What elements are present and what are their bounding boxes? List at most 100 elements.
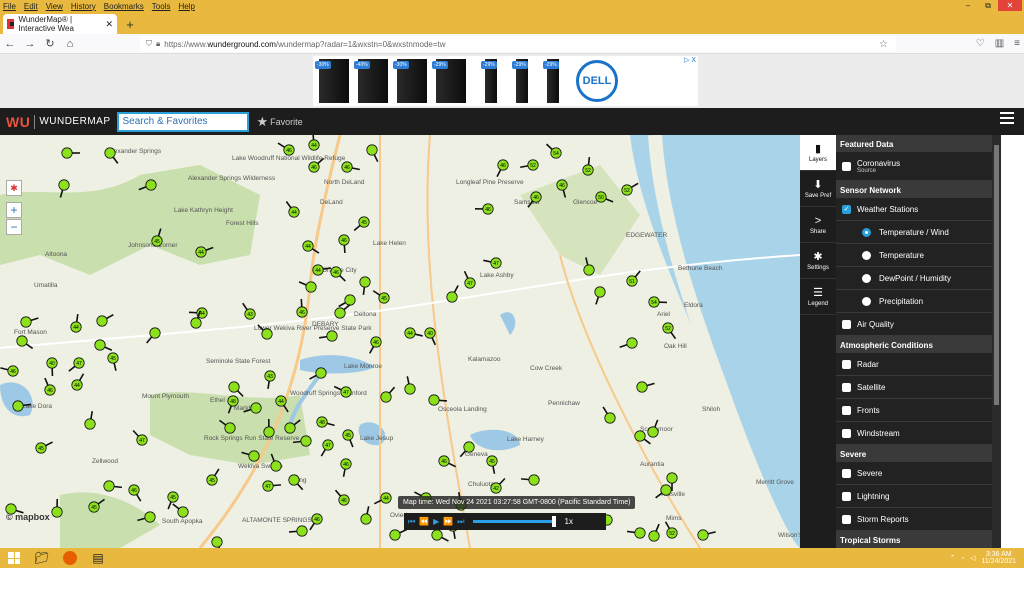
weather-station[interactable]: [103, 480, 123, 492]
mode-dewpoint[interactable]: DewPoint / Humidity: [836, 267, 992, 290]
ad-product-3[interactable]: -30%: [393, 59, 427, 103]
mode-temp-wind[interactable]: Temperature / Wind: [836, 221, 992, 244]
skip-start-icon[interactable]: ⏮: [408, 517, 415, 527]
weather-station[interactable]: 46: [334, 489, 350, 506]
menu-tools[interactable]: Tools: [152, 2, 171, 11]
back-arrow-icon[interactable]: ←: [0, 38, 20, 50]
mode-temperature[interactable]: Temperature: [836, 244, 992, 267]
weather-station[interactable]: [366, 144, 379, 163]
layer-severe[interactable]: Severe: [836, 462, 992, 485]
weather-station[interactable]: 46: [341, 161, 360, 173]
weather-station[interactable]: 45: [206, 468, 220, 486]
ad-product-4[interactable]: -29%: [432, 59, 466, 103]
menu-history[interactable]: History: [71, 2, 96, 11]
bookmark-star-icon[interactable]: ☆: [879, 39, 888, 50]
timeline-handle[interactable]: [551, 516, 556, 527]
weather-station[interactable]: 46: [0, 365, 19, 377]
windstream-checkbox[interactable]: [842, 428, 851, 438]
weather-station[interactable]: [520, 474, 540, 486]
ad-product-6[interactable]: -29%: [512, 59, 528, 103]
weather-station[interactable]: [648, 523, 660, 542]
weather-station[interactable]: [288, 525, 308, 537]
temperature-radio[interactable]: [862, 250, 871, 260]
ad-product-1[interactable]: -30%: [315, 59, 349, 103]
weather-station[interactable]: [626, 527, 646, 539]
menu-help[interactable]: Help: [178, 2, 194, 11]
weather-station[interactable]: [594, 286, 606, 305]
weather-station[interactable]: 46: [44, 377, 56, 396]
tray-arrow-icon[interactable]: ⌃: [950, 554, 956, 562]
tab-close-icon[interactable]: ✕: [105, 19, 113, 30]
layer-satellite[interactable]: Satellite: [836, 376, 992, 399]
layer-weather-stations[interactable]: ✓ Weather Stations: [836, 198, 992, 221]
zoom-in-button[interactable]: +: [6, 202, 22, 218]
document-icon[interactable]: ▤: [84, 548, 112, 568]
fast-forward-icon[interactable]: ⏩: [443, 517, 453, 526]
weather-station[interactable]: 52: [664, 521, 678, 539]
weather-station[interactable]: 44: [373, 492, 392, 505]
ad-product-5[interactable]: -29%: [481, 59, 497, 103]
weather-station[interactable]: 45: [486, 455, 498, 474]
weather-station[interactable]: 40: [424, 327, 437, 346]
weather-station[interactable]: 47: [483, 257, 502, 269]
weather-station[interactable]: [96, 313, 114, 327]
dell-ad-banner[interactable]: ▷ X -30% -40% -30% -29% -29% -29% -29% DELL: [313, 56, 698, 106]
weather-station[interactable]: 47: [262, 480, 282, 492]
weather-station[interactable]: [360, 506, 372, 525]
weather-station[interactable]: [94, 339, 113, 352]
weather-station[interactable]: 45: [107, 352, 119, 371]
layer-windstream[interactable]: Windstream: [836, 422, 992, 445]
tool-legend[interactable]: ☰ Legend: [800, 279, 836, 315]
weather-station[interactable]: [404, 376, 416, 395]
menu-file[interactable]: File: [3, 2, 16, 11]
weather-station[interactable]: 47: [463, 270, 476, 289]
zoom-out-button[interactable]: −: [6, 219, 22, 235]
weather-station[interactable]: 46: [338, 234, 350, 254]
weather-station[interactable]: 40: [46, 357, 58, 377]
speed-select[interactable]: 1x: [565, 517, 573, 526]
weather-station[interactable]: 45: [372, 290, 390, 304]
weather-station[interactable]: [431, 529, 449, 542]
weather-station[interactable]: [20, 316, 39, 328]
weather-station[interactable]: [359, 276, 371, 296]
weather-station[interactable]: [602, 406, 616, 424]
weather-station[interactable]: 47: [68, 357, 85, 372]
weather-station[interactable]: 46: [128, 484, 142, 502]
fronts-checkbox[interactable]: [842, 405, 851, 415]
weather-station[interactable]: 44: [71, 373, 85, 391]
scrollbar-thumb[interactable]: [994, 145, 999, 405]
weather-station[interactable]: 45: [35, 441, 53, 454]
weather-station[interactable]: [389, 528, 408, 541]
weather-station[interactable]: 44: [70, 314, 82, 333]
minimize-button[interactable]: –: [958, 0, 978, 11]
hamburger-menu-icon[interactable]: [1000, 112, 1014, 124]
lightning-checkbox[interactable]: [842, 491, 851, 501]
layer-lightning[interactable]: Lightning: [836, 485, 992, 508]
weather-station[interactable]: [697, 529, 716, 541]
weather-station[interactable]: 46: [496, 159, 509, 177]
dewpoint-radio[interactable]: [862, 273, 871, 283]
weather-station[interactable]: [228, 381, 244, 397]
panel-scrollbar[interactable]: [992, 135, 1001, 548]
menu-edit[interactable]: Edit: [24, 2, 38, 11]
timeline-slider[interactable]: [472, 516, 556, 527]
weather-station[interactable]: 43: [264, 370, 276, 389]
mode-precipitation[interactable]: Precipitation: [836, 290, 992, 313]
weather-stations-checkbox[interactable]: ✓: [842, 204, 851, 214]
storm-reports-checkbox[interactable]: [842, 514, 851, 524]
rewind-icon[interactable]: ⏪: [419, 517, 429, 526]
weather-station[interactable]: 44: [404, 327, 423, 339]
tool-settings[interactable]: ✱ Settings: [800, 243, 836, 279]
home-icon[interactable]: ⌂: [60, 38, 80, 50]
tool-layers[interactable]: ▮ Layers: [800, 135, 836, 171]
weather-station[interactable]: [84, 411, 96, 430]
location-gear-icon[interactable]: ✱: [6, 180, 22, 196]
play-icon[interactable]: ▶: [433, 517, 439, 526]
ad-choices-icon[interactable]: ▷ X: [684, 56, 696, 64]
menu-view[interactable]: View: [46, 2, 63, 11]
weather-station[interactable]: 47: [132, 429, 148, 446]
tray-volume-icon[interactable]: ◁: [970, 554, 975, 562]
tool-save-pref[interactable]: ⬇ Save Pref: [800, 171, 836, 207]
weather-station[interactable]: 46: [296, 298, 308, 318]
weather-station[interactable]: 52: [520, 159, 539, 171]
